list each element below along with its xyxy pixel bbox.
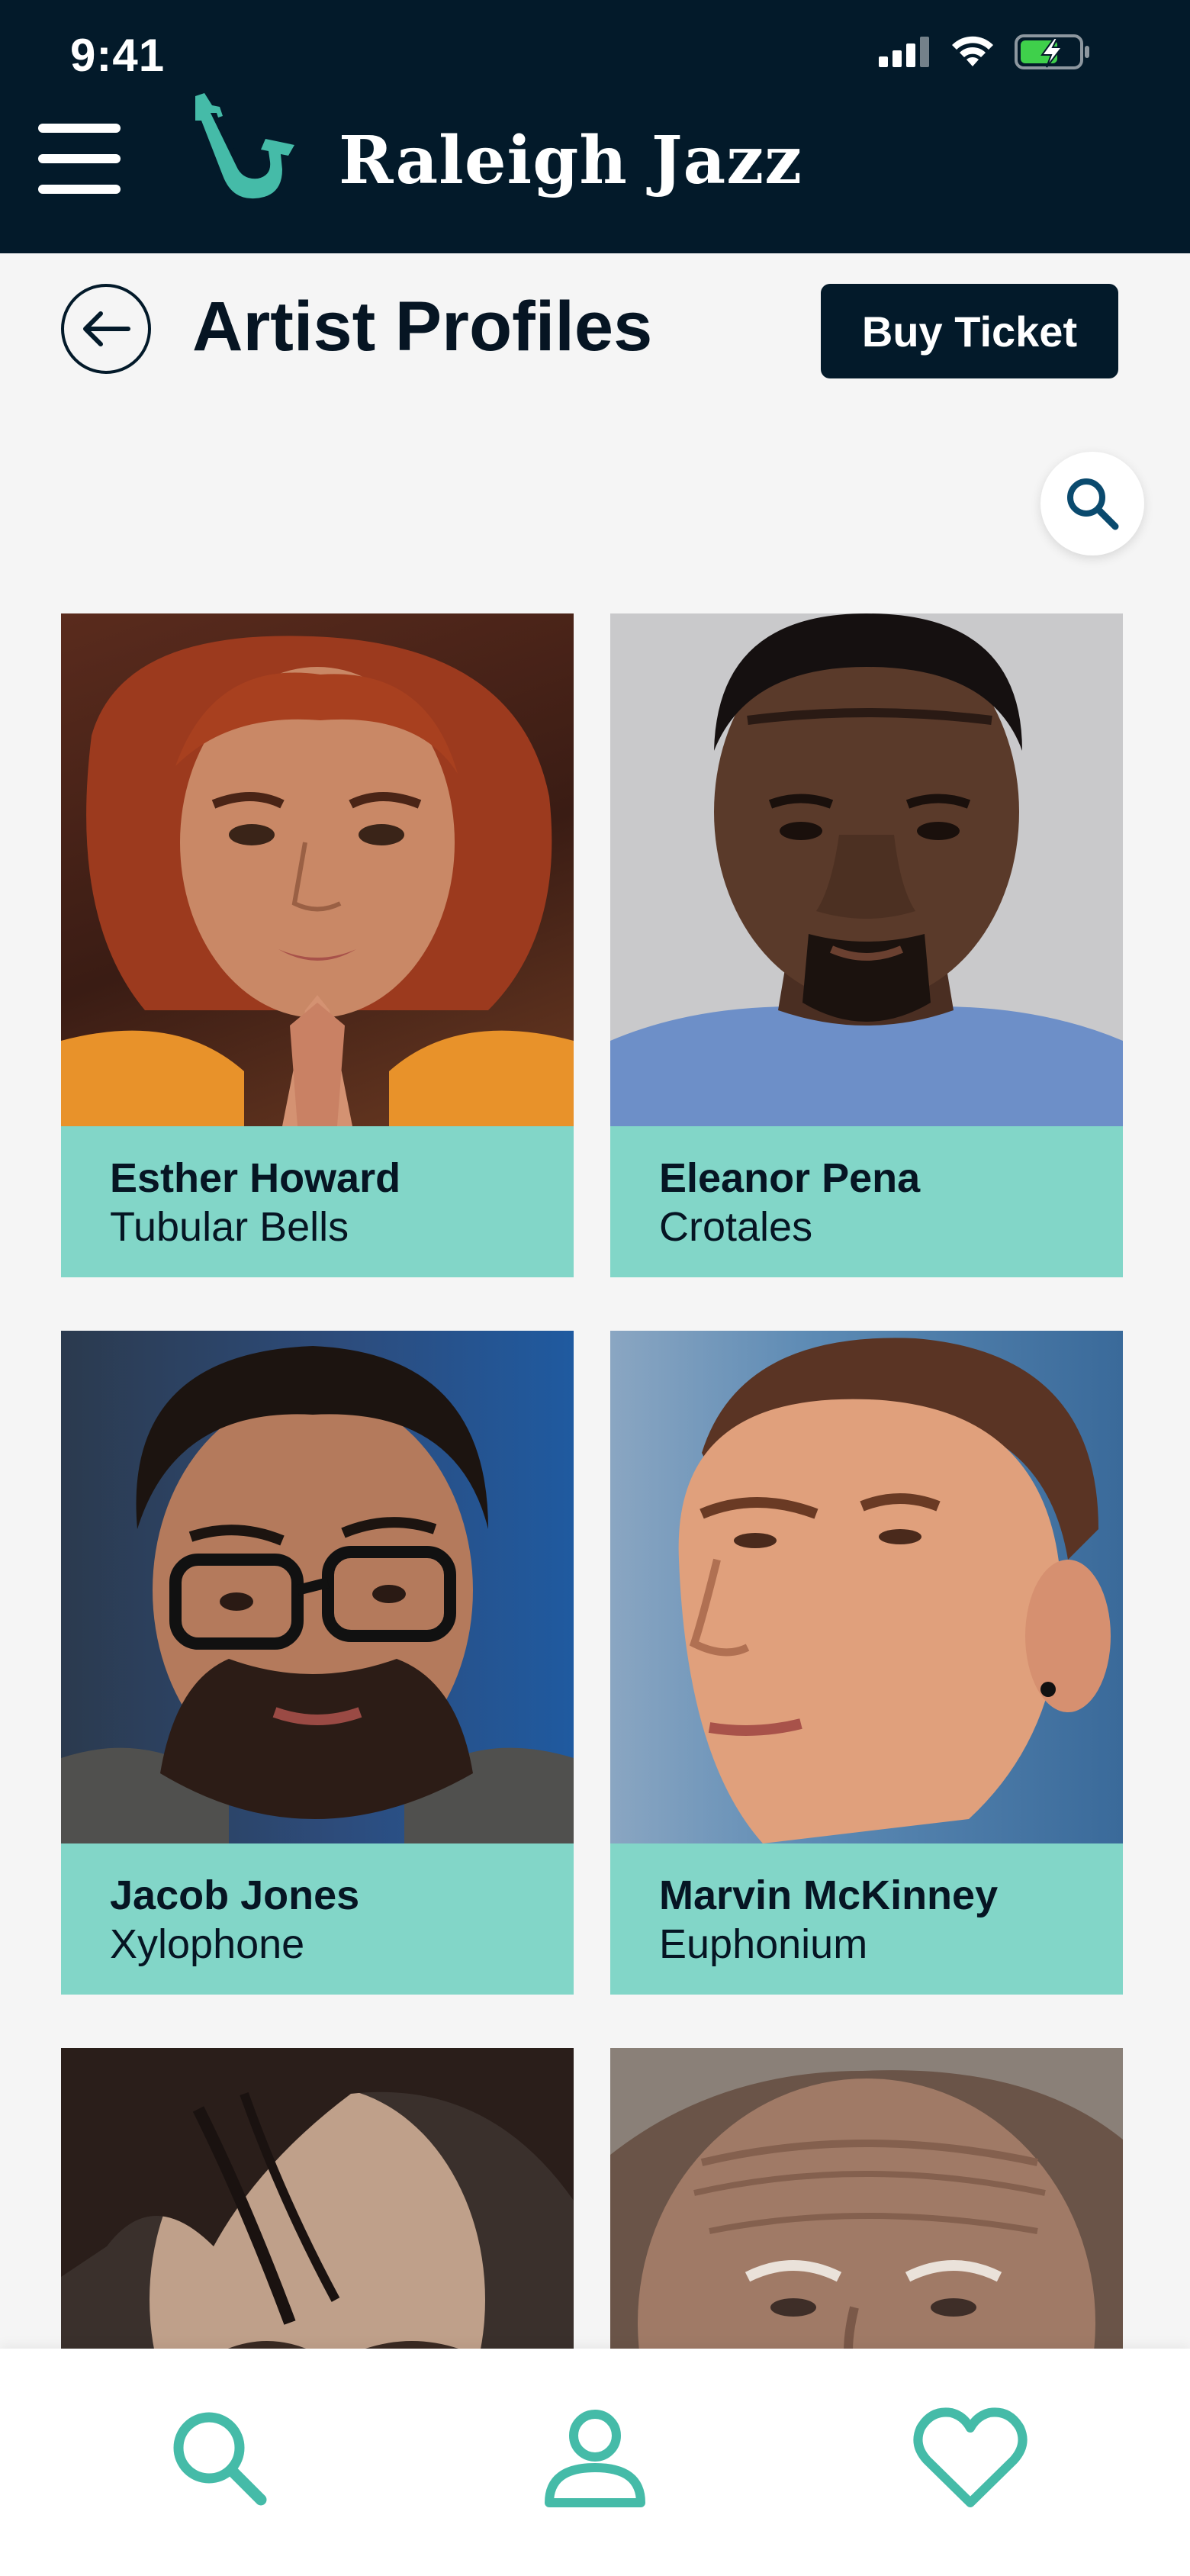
buy-ticket-button[interactable]: Buy Ticket xyxy=(821,284,1118,378)
artist-instrument: Tubular Bells xyxy=(110,1204,349,1250)
saxophone-icon xyxy=(195,93,294,199)
artist-card[interactable]: Esther Howard Tubular Bells xyxy=(61,613,574,1277)
signal-icon xyxy=(879,37,929,67)
status-time: 9:41 xyxy=(70,30,166,81)
wifi-icon xyxy=(952,36,993,66)
artist-photo xyxy=(610,1331,1123,1843)
page-title: Artist Profiles xyxy=(192,288,653,365)
brand-name[interactable]: Raleigh Jazz xyxy=(339,122,802,199)
battery-icon xyxy=(1015,34,1089,69)
artist-info: Esther Howard Tubular Bells xyxy=(61,1126,574,1277)
artist-info: Eleanor Pena Crotales xyxy=(610,1126,1123,1277)
artist-card[interactable]: Marvin McKinney Euphonium xyxy=(610,1331,1123,1995)
search-icon xyxy=(1067,478,1119,530)
artist-info: Marvin McKinney Euphonium xyxy=(610,1843,1123,1995)
heart-icon xyxy=(913,2407,1028,2507)
artist-name: Jacob Jones xyxy=(110,1872,360,1918)
artist-name: Esther Howard xyxy=(110,1155,401,1201)
nav-search[interactable] xyxy=(159,2397,281,2520)
nav-favorites[interactable] xyxy=(909,2397,1031,2520)
back-button[interactable] xyxy=(61,284,151,374)
artist-instrument: Euphonium xyxy=(659,1921,868,1967)
artist-card[interactable]: Eleanor Pena Crotales xyxy=(610,613,1123,1277)
artist-instrument: Xylophone xyxy=(110,1921,305,1967)
artist-name: Marvin McKinney xyxy=(659,1872,999,1918)
nav-profile[interactable] xyxy=(534,2397,656,2520)
status-icons xyxy=(879,34,1091,70)
arrow-left-icon xyxy=(83,311,130,346)
app-header: 9:41 Raleigh Jazz xyxy=(0,0,1190,253)
artist-card[interactable]: Jacob Jones Xylophone xyxy=(61,1331,574,1995)
artist-instrument: Crotales xyxy=(659,1204,813,1250)
search-button[interactable] xyxy=(1040,452,1144,555)
artist-name: Eleanor Pena xyxy=(659,1155,921,1201)
bottom-nav xyxy=(0,2349,1190,2576)
artist-info: Jacob Jones Xylophone xyxy=(61,1843,574,1995)
artist-photo xyxy=(61,613,574,1126)
search-icon xyxy=(173,2412,267,2506)
artist-photo xyxy=(610,613,1123,1126)
hamburger-icon[interactable] xyxy=(38,124,121,195)
artist-photo xyxy=(61,1331,574,1843)
user-icon xyxy=(545,2410,645,2507)
